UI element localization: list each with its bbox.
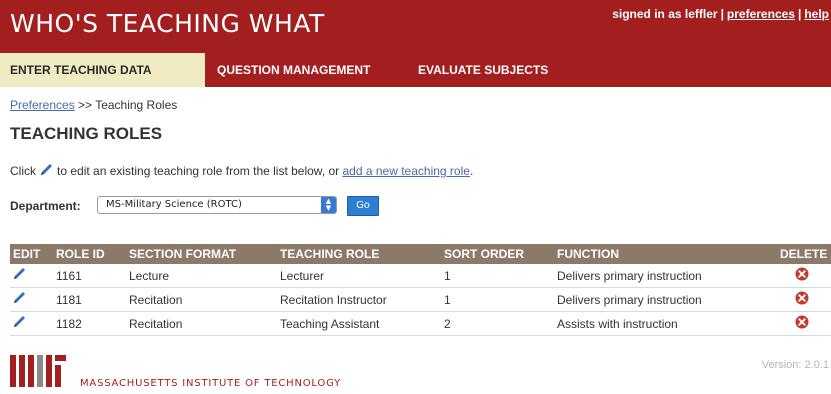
- tab-enter-teaching-data[interactable]: ENTER TEACHING DATA: [0, 53, 205, 87]
- app-header: WHO'S TEACHING WHAT signed in as leffler…: [0, 0, 831, 53]
- role-id-cell: 1161: [53, 264, 126, 288]
- instructions: Click to edit an existing teaching role f…: [10, 163, 473, 180]
- signed-in-text: signed in as leffler: [612, 7, 718, 21]
- function-cell: Delivers primary instruction: [554, 287, 777, 312]
- breadcrumb: Preferences >> Teaching Roles: [10, 98, 177, 112]
- delete-x-icon[interactable]: [795, 315, 809, 332]
- column-header-role-id: ROLE ID: [53, 244, 126, 264]
- role-id-cell: 1182: [53, 311, 126, 336]
- pencil-icon: [39, 163, 54, 180]
- breadcrumb-separator: >>: [78, 98, 93, 112]
- separator: |: [720, 7, 724, 21]
- user-links: signed in as leffler | preferences | help: [612, 7, 829, 21]
- page-title: TEACHING ROLES: [10, 124, 163, 143]
- delete-cell: [777, 287, 831, 312]
- teaching-role-cell: Teaching Assistant: [277, 311, 441, 336]
- delete-cell: [777, 264, 831, 288]
- mit-logo: [10, 355, 66, 392]
- instructions-prefix: Click: [10, 164, 36, 178]
- column-header-function: FUNCTION: [554, 244, 777, 264]
- section-format-cell: Recitation: [126, 287, 277, 312]
- instructions-end: .: [469, 164, 474, 178]
- teaching-role-cell: Recitation Instructor: [277, 287, 441, 312]
- main-tabs: ENTER TEACHING DATA QUESTION MANAGEMENT …: [0, 53, 831, 87]
- department-label: Department:: [10, 199, 81, 213]
- tab-question-management[interactable]: QUESTION MANAGEMENT: [217, 53, 370, 87]
- separator: |: [797, 7, 802, 21]
- section-format-cell: Lecture: [126, 264, 277, 288]
- table-row: 1161 Lecture Lecturer 1 Delivers primary…: [10, 264, 831, 288]
- table-row: 1182 Recitation Teaching Assistant 2 Ass…: [10, 311, 831, 336]
- department-selected-value: MS-Military Science (ROTC): [106, 199, 242, 210]
- go-button[interactable]: Go: [347, 196, 379, 216]
- institute-name: MASSACHUSETTS INSTITUTE OF TECHNOLOGY: [80, 378, 342, 389]
- sort-order-cell: 2: [441, 311, 554, 336]
- table-header-row: EDIT ROLE ID SECTION FORMAT TEACHING ROL…: [10, 244, 831, 264]
- sort-order-cell: 1: [441, 287, 554, 312]
- column-header-sort-order: SORT ORDER: [441, 244, 554, 264]
- column-header-teaching-role: TEACHING ROLE: [277, 244, 441, 264]
- version-text: Version: 2.0.1: [761, 359, 829, 371]
- table-row: 1181 Recitation Recitation Instructor 1 …: [10, 287, 831, 312]
- column-header-section-format: SECTION FORMAT: [126, 244, 277, 264]
- help-link[interactable]: help: [804, 7, 829, 21]
- app-title: WHO'S TEACHING WHAT: [10, 9, 325, 38]
- edit-cell: [10, 264, 53, 288]
- function-cell: Delivers primary instruction: [554, 264, 777, 288]
- breadcrumb-preferences-link[interactable]: Preferences: [10, 98, 75, 112]
- instructions-text: to edit an existing teaching role from t…: [57, 164, 340, 178]
- teaching-role-cell: Lecturer: [277, 264, 441, 288]
- tab-evaluate-subjects[interactable]: EVALUATE SUBJECTS: [418, 53, 548, 87]
- preferences-link[interactable]: preferences: [727, 7, 795, 21]
- delete-x-icon[interactable]: [795, 267, 809, 284]
- role-id-cell: 1181: [53, 287, 126, 312]
- column-header-edit: EDIT: [10, 244, 53, 264]
- pencil-icon[interactable]: [12, 292, 27, 308]
- select-arrows-icon: ▲ ▼: [321, 197, 336, 213]
- edit-cell: [10, 311, 53, 336]
- column-header-delete: DELETE: [777, 244, 831, 264]
- pencil-icon[interactable]: [12, 268, 27, 284]
- breadcrumb-current: Teaching Roles: [95, 98, 178, 112]
- delete-cell: [777, 311, 831, 336]
- delete-x-icon[interactable]: [795, 291, 809, 308]
- department-select[interactable]: MS-Military Science (ROTC) ▲ ▼: [97, 196, 337, 214]
- section-format-cell: Recitation: [126, 311, 277, 336]
- teaching-roles-table: EDIT ROLE ID SECTION FORMAT TEACHING ROL…: [10, 244, 831, 336]
- function-cell: Assists with instruction: [554, 311, 777, 336]
- add-teaching-role-link[interactable]: add a new teaching role: [343, 164, 470, 178]
- sort-order-cell: 1: [441, 264, 554, 288]
- pencil-icon[interactable]: [12, 316, 27, 332]
- edit-cell: [10, 287, 53, 312]
